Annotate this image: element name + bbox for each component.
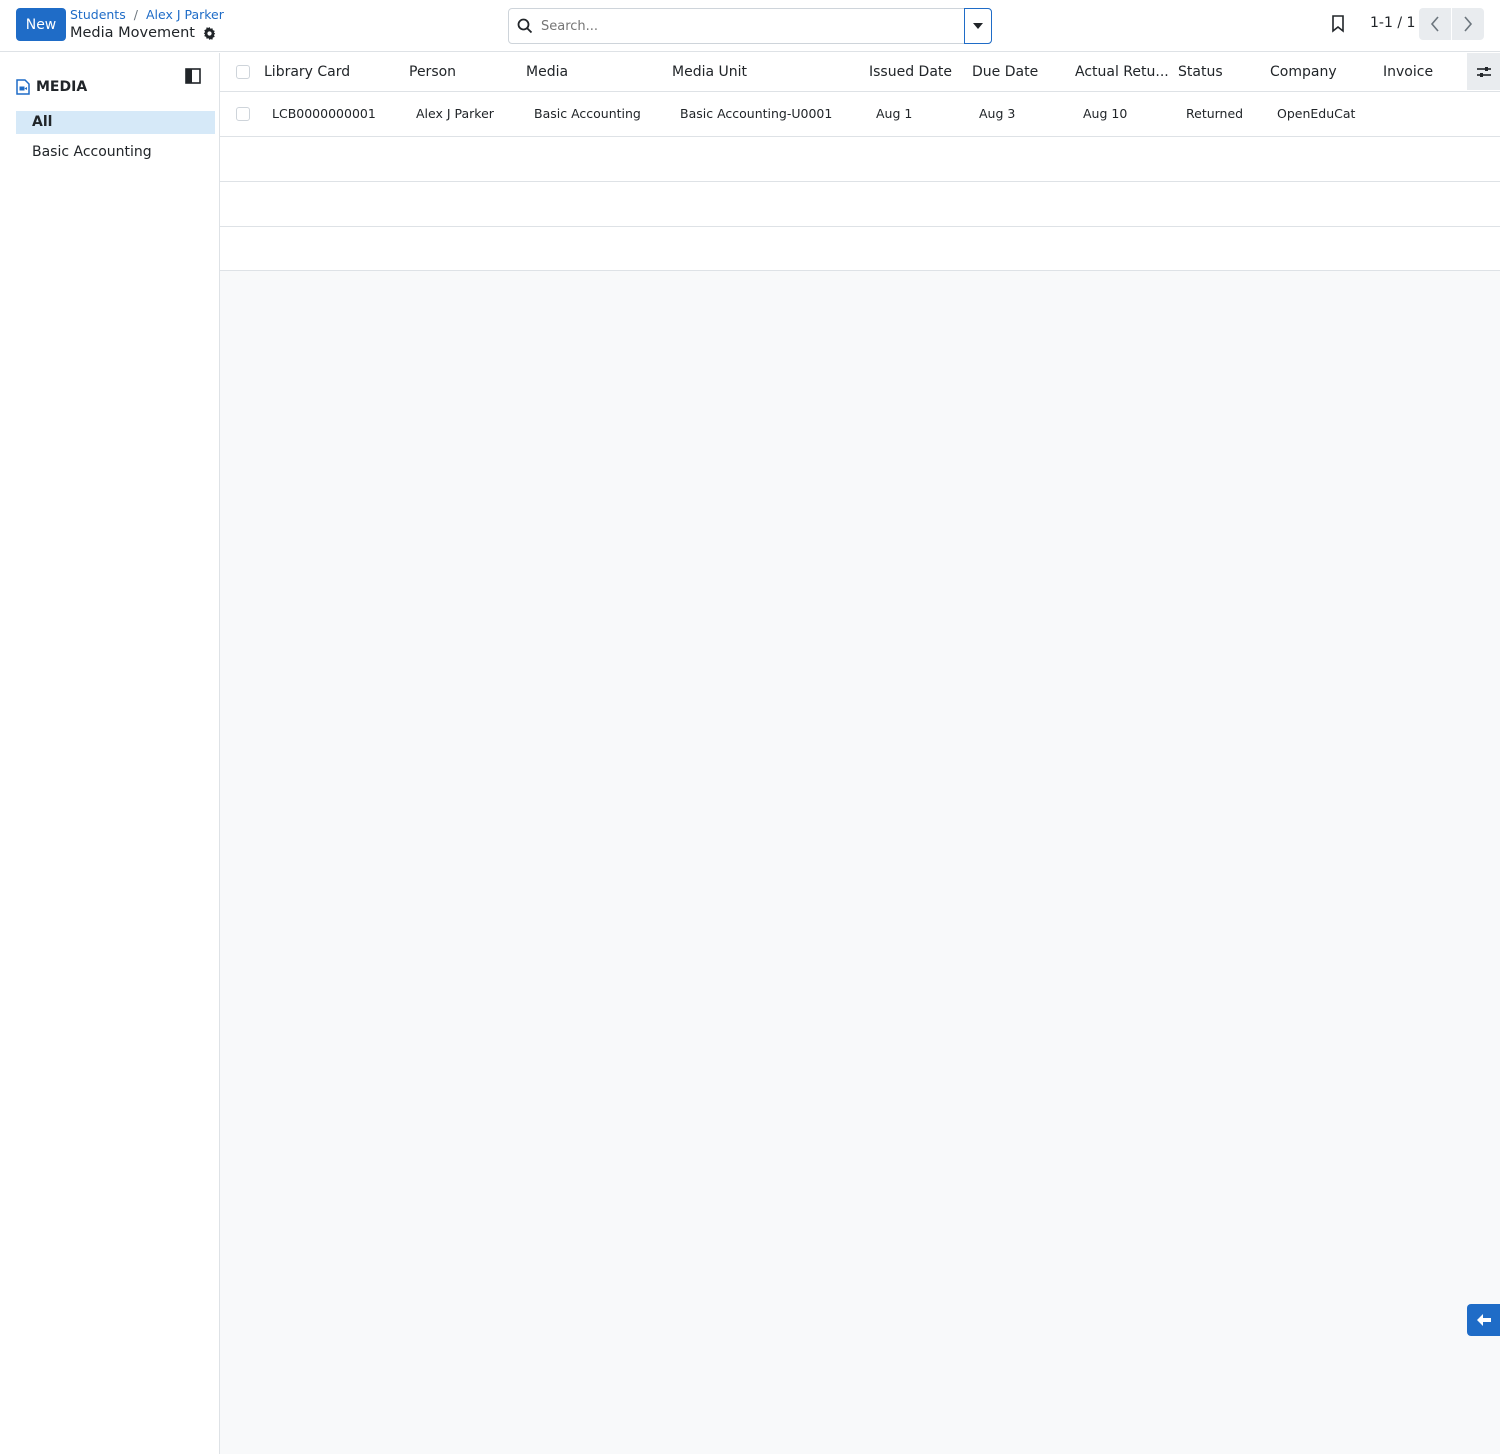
- empty-row: [220, 182, 1500, 227]
- sidebar-collapse-icon[interactable]: [185, 68, 201, 84]
- breadcrumb-separator: /: [133, 7, 138, 22]
- caret-down-icon: [973, 23, 983, 29]
- pager-previous-button[interactable]: [1419, 8, 1451, 40]
- sliders-icon: [1476, 66, 1491, 77]
- column-header-media[interactable]: Media: [526, 53, 656, 92]
- column-header-issued-date[interactable]: Issued Date: [869, 53, 959, 92]
- select-all-checkbox[interactable]: [236, 65, 250, 79]
- column-header-library-card[interactable]: Library Card: [264, 53, 394, 92]
- cell-company: OpenEduCat: [1277, 106, 1356, 121]
- bookmark-icon[interactable]: [1330, 15, 1346, 33]
- gear-icon[interactable]: [203, 26, 216, 40]
- breadcrumb-alex-j-parker[interactable]: Alex J Parker: [146, 7, 224, 22]
- cell-actual-return: Aug 10: [1083, 106, 1128, 121]
- search-bar: [508, 8, 992, 44]
- sidebar-item-all[interactable]: All: [16, 111, 215, 134]
- optional-columns-button[interactable]: [1467, 53, 1500, 90]
- new-button[interactable]: New: [16, 8, 66, 41]
- cell-media-unit: Basic Accounting-U0001: [680, 106, 833, 121]
- column-header-status[interactable]: Status: [1178, 53, 1258, 92]
- cell-library-card: LCB0000000001: [272, 106, 376, 121]
- search-options-toggle[interactable]: [964, 8, 992, 44]
- column-header-company[interactable]: Company: [1270, 53, 1370, 92]
- media-file-icon: [16, 79, 30, 95]
- cell-person: Alex J Parker: [416, 106, 494, 121]
- search-input[interactable]: [541, 9, 964, 43]
- cell-media: Basic Accounting: [534, 106, 641, 121]
- cell-status: Returned: [1186, 106, 1244, 121]
- column-header-invoice[interactable]: Invoice: [1383, 53, 1463, 92]
- row-checkbox[interactable]: [236, 107, 250, 121]
- empty-row: [220, 137, 1500, 182]
- arrow-left-icon: [1476, 1314, 1491, 1326]
- column-header-actual-return[interactable]: Actual Retu...: [1075, 53, 1170, 92]
- breadcrumb-students[interactable]: Students: [70, 7, 126, 22]
- sidebar-item-basic-accounting[interactable]: Basic Accounting: [16, 141, 215, 164]
- column-header-media-unit[interactable]: Media Unit: [672, 53, 852, 92]
- chevron-right-icon: [1464, 16, 1473, 32]
- empty-row: [220, 227, 1500, 271]
- search-icon: [509, 9, 541, 43]
- column-header-due-date[interactable]: Due Date: [972, 53, 1062, 92]
- search-panel-title: MEDIA: [36, 79, 88, 95]
- search-panel: MEDIA All Basic Accounting: [0, 53, 220, 1454]
- search-panel-heading: MEDIA: [16, 79, 87, 95]
- page-title-text: Media Movement: [70, 25, 195, 41]
- control-panel: New Students / Alex J Parker Media Movem…: [0, 0, 1500, 52]
- page-title: Media Movement: [70, 25, 216, 41]
- back-arrow-button[interactable]: [1467, 1304, 1500, 1336]
- chevron-left-icon: [1430, 16, 1439, 32]
- table-row[interactable]: LCB0000000001 Alex J Parker Basic Accoun…: [220, 92, 1500, 137]
- pager-next-button[interactable]: [1452, 8, 1484, 40]
- cell-due-date: Aug 3: [979, 106, 1016, 121]
- column-header-person[interactable]: Person: [409, 53, 509, 92]
- pager-value[interactable]: 1-1 / 1: [1370, 15, 1415, 31]
- breadcrumb: Students / Alex J Parker: [70, 7, 224, 22]
- cell-issued-date: Aug 1: [876, 106, 913, 121]
- table-header: Library Card Person Media Media Unit Iss…: [220, 53, 1500, 92]
- list-view: Library Card Person Media Media Unit Iss…: [220, 53, 1500, 1454]
